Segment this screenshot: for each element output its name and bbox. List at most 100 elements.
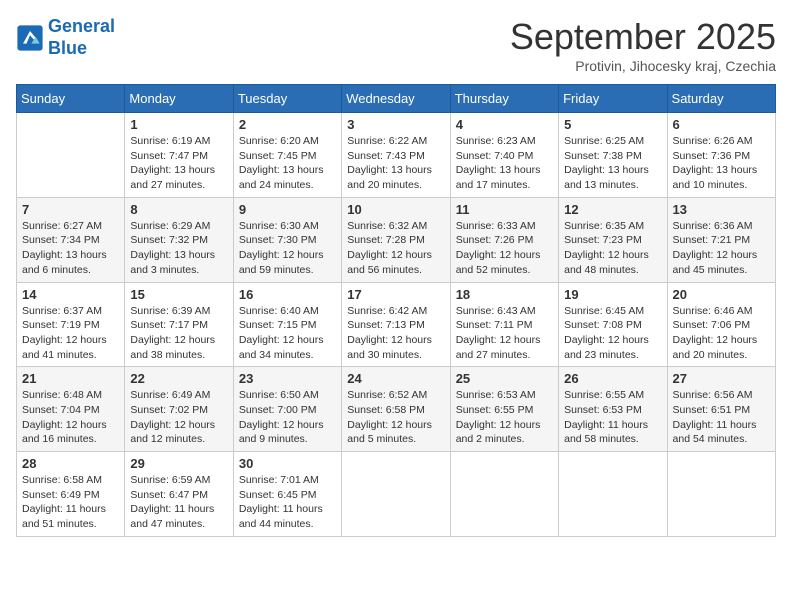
day-cell: 27 Sunrise: 6:56 AM Sunset: 6:51 PM Dayli…	[667, 367, 775, 452]
weekday-header-friday: Friday	[559, 85, 667, 113]
day-info: Sunrise: 6:20 AM Sunset: 7:45 PM Dayligh…	[239, 134, 336, 193]
day-cell: 30 Sunrise: 7:01 AM Sunset: 6:45 PM Dayli…	[233, 452, 341, 537]
day-cell: 15Sunrise: 6:39 AM Sunset: 7:17 PM Dayli…	[125, 282, 233, 367]
day-cell: 25 Sunrise: 6:53 AM Sunset: 6:55 PM Dayli…	[450, 367, 558, 452]
day-number: 10	[347, 202, 444, 217]
day-number: 7	[22, 202, 119, 217]
day-cell: 18 Sunrise: 6:43 AM Sunset: 7:11 PM Dayli…	[450, 282, 558, 367]
week-row-5: 28 Sunrise: 6:58 AM Sunset: 6:49 PM Dayli…	[17, 452, 776, 537]
day-info: Sunrise: 6:50 AM Sunset: 7:00 PM Dayligh…	[239, 388, 336, 447]
day-info: Sunrise: 6:45 AM Sunset: 7:08 PM Dayligh…	[564, 304, 661, 363]
week-row-3: 14 Sunrise: 6:37 AM Sunset: 7:19 PM Dayli…	[17, 282, 776, 367]
day-info: Sunrise: 6:19 AM Sunset: 7:47 PM Dayligh…	[130, 134, 227, 193]
day-info: Sunrise: 6:48 AM Sunset: 7:04 PM Dayligh…	[22, 388, 119, 447]
day-number: 28	[22, 456, 119, 471]
day-info: Sunrise: 6:58 AM Sunset: 6:49 PM Dayligh…	[22, 473, 119, 532]
day-cell: 3Sunrise: 6:22 AM Sunset: 7:43 PM Daylig…	[342, 113, 450, 198]
title-block: September 2025 Protivin, Jihocesky kraj,…	[510, 16, 776, 74]
day-info: Sunrise: 6:46 AM Sunset: 7:06 PM Dayligh…	[673, 304, 770, 363]
day-number: 22	[130, 371, 227, 386]
day-cell: 2Sunrise: 6:20 AM Sunset: 7:45 PM Daylig…	[233, 113, 341, 198]
day-cell: 7 Sunrise: 6:27 AM Sunset: 7:34 PM Daylig…	[17, 197, 125, 282]
day-number: 11	[456, 202, 553, 217]
day-number: 20	[673, 287, 770, 302]
day-cell: 6 Sunrise: 6:26 AM Sunset: 7:36 PM Daylig…	[667, 113, 775, 198]
day-cell: 9 Sunrise: 6:30 AM Sunset: 7:30 PM Daylig…	[233, 197, 341, 282]
day-info: Sunrise: 6:32 AM Sunset: 7:28 PM Dayligh…	[347, 219, 444, 278]
day-number: 8	[130, 202, 227, 217]
day-info: Sunrise: 6:40 AM Sunset: 7:15 PM Dayligh…	[239, 304, 336, 363]
day-number: 13	[673, 202, 770, 217]
day-number: 27	[673, 371, 770, 386]
day-cell: 5Sunrise: 6:25 AM Sunset: 7:38 PM Daylig…	[559, 113, 667, 198]
week-row-2: 7 Sunrise: 6:27 AM Sunset: 7:34 PM Daylig…	[17, 197, 776, 282]
day-info: Sunrise: 6:56 AM Sunset: 6:51 PM Dayligh…	[673, 388, 770, 447]
day-cell: 19Sunrise: 6:45 AM Sunset: 7:08 PM Dayli…	[559, 282, 667, 367]
day-cell: 1Sunrise: 6:19 AM Sunset: 7:47 PM Daylig…	[125, 113, 233, 198]
week-row-1: 1Sunrise: 6:19 AM Sunset: 7:47 PM Daylig…	[17, 113, 776, 198]
day-cell	[559, 452, 667, 537]
day-number: 29	[130, 456, 227, 471]
day-cell: 20 Sunrise: 6:46 AM Sunset: 7:06 PM Dayli…	[667, 282, 775, 367]
day-cell: 10 Sunrise: 6:32 AM Sunset: 7:28 PM Dayli…	[342, 197, 450, 282]
day-cell: 28 Sunrise: 6:58 AM Sunset: 6:49 PM Dayli…	[17, 452, 125, 537]
day-cell	[342, 452, 450, 537]
day-info: Sunrise: 6:53 AM Sunset: 6:55 PM Dayligh…	[456, 388, 553, 447]
day-info: Sunrise: 6:59 AM Sunset: 6:47 PM Dayligh…	[130, 473, 227, 532]
day-info: Sunrise: 6:55 AM Sunset: 6:53 PM Dayligh…	[564, 388, 661, 447]
day-info: Sunrise: 6:26 AM Sunset: 7:36 PM Dayligh…	[673, 134, 770, 193]
day-number: 24	[347, 371, 444, 386]
day-info: Sunrise: 6:52 AM Sunset: 6:58 PM Dayligh…	[347, 388, 444, 447]
weekday-header-saturday: Saturday	[667, 85, 775, 113]
day-info: Sunrise: 6:29 AM Sunset: 7:32 PM Dayligh…	[130, 219, 227, 278]
month-title: September 2025	[510, 16, 776, 58]
day-info: Sunrise: 6:39 AM Sunset: 7:17 PM Dayligh…	[130, 304, 227, 363]
day-cell: 16 Sunrise: 6:40 AM Sunset: 7:15 PM Dayli…	[233, 282, 341, 367]
day-cell: 23 Sunrise: 6:50 AM Sunset: 7:00 PM Dayli…	[233, 367, 341, 452]
day-cell	[450, 452, 558, 537]
day-number: 14	[22, 287, 119, 302]
logo: General Blue	[16, 16, 115, 59]
day-cell: 24 Sunrise: 6:52 AM Sunset: 6:58 PM Dayli…	[342, 367, 450, 452]
day-info: Sunrise: 6:23 AM Sunset: 7:40 PM Dayligh…	[456, 134, 553, 193]
day-number: 21	[22, 371, 119, 386]
day-number: 9	[239, 202, 336, 217]
location-subtitle: Protivin, Jihocesky kraj, Czechia	[510, 58, 776, 74]
day-info: Sunrise: 6:30 AM Sunset: 7:30 PM Dayligh…	[239, 219, 336, 278]
day-number: 18	[456, 287, 553, 302]
day-number: 30	[239, 456, 336, 471]
logo-icon	[16, 24, 44, 52]
week-row-4: 21 Sunrise: 6:48 AM Sunset: 7:04 PM Dayli…	[17, 367, 776, 452]
weekday-header-sunday: Sunday	[17, 85, 125, 113]
day-cell: 13 Sunrise: 6:36 AM Sunset: 7:21 PM Dayli…	[667, 197, 775, 282]
day-number: 6	[673, 117, 770, 132]
weekday-header-wednesday: Wednesday	[342, 85, 450, 113]
day-info: Sunrise: 6:43 AM Sunset: 7:11 PM Dayligh…	[456, 304, 553, 363]
day-cell: 26 Sunrise: 6:55 AM Sunset: 6:53 PM Dayli…	[559, 367, 667, 452]
day-cell: 8 Sunrise: 6:29 AM Sunset: 7:32 PM Daylig…	[125, 197, 233, 282]
day-number: 26	[564, 371, 661, 386]
day-cell	[667, 452, 775, 537]
day-number: 4	[456, 117, 553, 132]
day-info: Sunrise: 6:27 AM Sunset: 7:34 PM Dayligh…	[22, 219, 119, 278]
weekday-header-row: SundayMondayTuesdayWednesdayThursdayFrid…	[17, 85, 776, 113]
day-number: 23	[239, 371, 336, 386]
day-info: Sunrise: 6:37 AM Sunset: 7:19 PM Dayligh…	[22, 304, 119, 363]
weekday-header-tuesday: Tuesday	[233, 85, 341, 113]
weekday-header-thursday: Thursday	[450, 85, 558, 113]
day-info: Sunrise: 6:35 AM Sunset: 7:23 PM Dayligh…	[564, 219, 661, 278]
day-cell	[17, 113, 125, 198]
logo-line1: General	[48, 16, 115, 36]
day-cell: 22Sunrise: 6:49 AM Sunset: 7:02 PM Dayli…	[125, 367, 233, 452]
day-cell: 17Sunrise: 6:42 AM Sunset: 7:13 PM Dayli…	[342, 282, 450, 367]
day-info: Sunrise: 6:36 AM Sunset: 7:21 PM Dayligh…	[673, 219, 770, 278]
day-cell: 11Sunrise: 6:33 AM Sunset: 7:26 PM Dayli…	[450, 197, 558, 282]
page-header: General Blue September 2025 Protivin, Ji…	[16, 16, 776, 74]
weekday-header-monday: Monday	[125, 85, 233, 113]
day-number: 16	[239, 287, 336, 302]
day-cell: 14 Sunrise: 6:37 AM Sunset: 7:19 PM Dayli…	[17, 282, 125, 367]
day-number: 5	[564, 117, 661, 132]
day-info: Sunrise: 7:01 AM Sunset: 6:45 PM Dayligh…	[239, 473, 336, 532]
day-number: 25	[456, 371, 553, 386]
day-info: Sunrise: 6:22 AM Sunset: 7:43 PM Dayligh…	[347, 134, 444, 193]
